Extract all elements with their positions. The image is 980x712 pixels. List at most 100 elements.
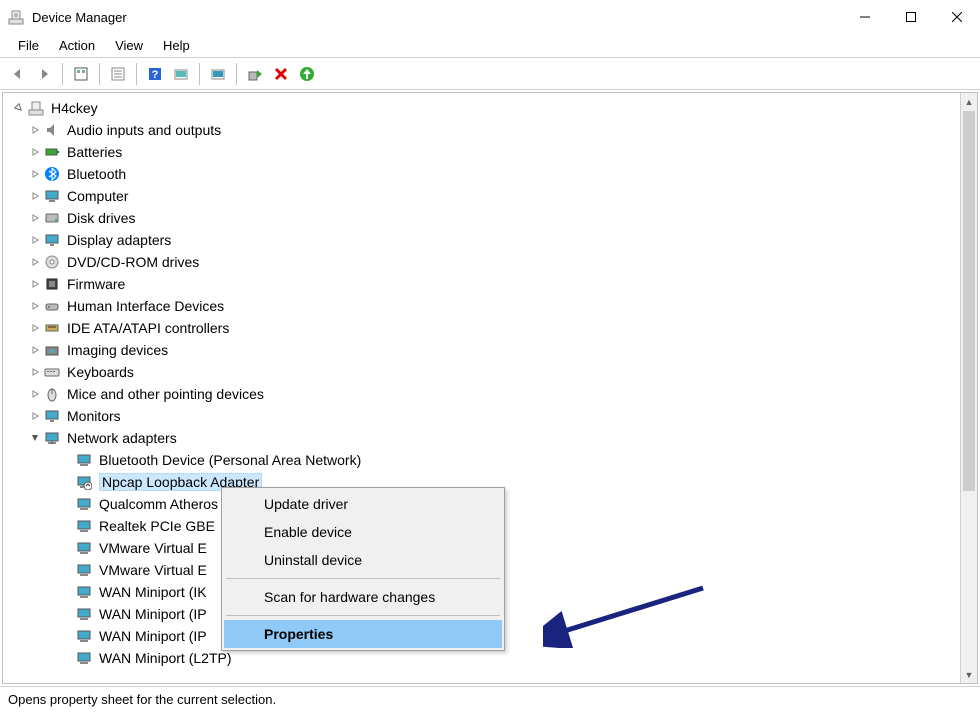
expander-icon[interactable] — [27, 323, 43, 333]
expander-icon[interactable] — [27, 147, 43, 157]
tree-category[interactable]: Keyboards — [3, 361, 960, 383]
network-adapter-icon — [75, 627, 93, 645]
tree-category[interactable]: Monitors — [3, 405, 960, 427]
ctx-enable-device[interactable]: Enable device — [224, 518, 502, 546]
tree-device-label: WAN Miniport (IK — [99, 584, 207, 600]
ctx-uninstall-device[interactable]: Uninstall device — [224, 546, 502, 574]
expander-icon[interactable] — [11, 103, 27, 113]
tree-device-label: VMware Virtual E — [99, 562, 207, 578]
menu-file[interactable]: File — [8, 36, 49, 55]
tree-category[interactable]: Network adapters — [3, 427, 960, 449]
expander-icon[interactable] — [27, 279, 43, 289]
network-adapter-icon — [75, 451, 93, 469]
tree-category[interactable]: Display adapters — [3, 229, 960, 251]
tree-root[interactable]: H4ckey — [3, 97, 960, 119]
window-controls — [842, 1, 980, 33]
toolbar-separator — [199, 63, 200, 85]
network-adapter-icon — [75, 561, 93, 579]
tree-category[interactable]: Firmware — [3, 273, 960, 295]
network-adapter-icon — [75, 583, 93, 601]
network-adapter-icon — [75, 539, 93, 557]
tree-category[interactable]: Audio inputs and outputs — [3, 119, 960, 141]
ctx-update-driver[interactable]: Update driver — [224, 490, 502, 518]
expander-icon[interactable] — [27, 235, 43, 245]
maximize-button[interactable] — [888, 1, 934, 33]
tree-category-label: Bluetooth — [67, 166, 126, 182]
expander-icon[interactable] — [27, 191, 43, 201]
expander-icon[interactable] — [27, 367, 43, 377]
expander-icon[interactable] — [27, 301, 43, 311]
scroll-down-icon[interactable]: ▼ — [961, 666, 977, 683]
tree-category[interactable]: Mice and other pointing devices — [3, 383, 960, 405]
mouse-icon — [43, 385, 61, 403]
expander-icon[interactable] — [27, 389, 43, 399]
scan-hardware-button[interactable] — [169, 62, 193, 86]
bluetooth-icon — [43, 165, 61, 183]
tree-category-label: Computer — [67, 188, 128, 204]
show-hidden-button[interactable] — [69, 62, 93, 86]
add-hardware-button[interactable] — [295, 62, 319, 86]
ide-icon — [43, 319, 61, 337]
tree-category[interactable]: Disk drives — [3, 207, 960, 229]
toolbar-separator — [62, 63, 63, 85]
tree-category[interactable]: Human Interface Devices — [3, 295, 960, 317]
enable-device-button[interactable] — [243, 62, 267, 86]
device-tree[interactable]: H4ckey Audio inputs and outputs Batteries… — [3, 93, 960, 683]
firmware-icon — [43, 275, 61, 293]
menu-help[interactable]: Help — [153, 36, 200, 55]
expander-icon[interactable] — [27, 433, 43, 443]
expander-icon[interactable] — [27, 125, 43, 135]
expander-icon[interactable] — [27, 411, 43, 421]
forward-button[interactable] — [32, 62, 56, 86]
tree-category[interactable]: Batteries — [3, 141, 960, 163]
expander-icon[interactable] — [27, 345, 43, 355]
expander-icon[interactable] — [27, 169, 43, 179]
tree-device-label: WAN Miniport (IP — [99, 628, 207, 644]
tree-device-label: VMware Virtual E — [99, 540, 207, 556]
tree-category[interactable]: Computer — [3, 185, 960, 207]
tree-category-label: Network adapters — [67, 430, 177, 446]
minimize-button[interactable] — [842, 1, 888, 33]
ctx-properties[interactable]: Properties — [224, 620, 502, 648]
dvd-icon — [43, 253, 61, 271]
tree-root-label: H4ckey — [51, 100, 98, 116]
hid-icon — [43, 297, 61, 315]
scrollbar[interactable]: ▲ ▼ — [960, 93, 977, 683]
tree-category[interactable]: IDE ATA/ATAPI controllers — [3, 317, 960, 339]
tree-category[interactable]: DVD/CD-ROM drives — [3, 251, 960, 273]
tree-category[interactable]: Bluetooth — [3, 163, 960, 185]
tree-category-label: DVD/CD-ROM drives — [67, 254, 199, 270]
expander-icon[interactable] — [27, 213, 43, 223]
titlebar: Device Manager — [0, 0, 980, 34]
menu-action[interactable]: Action — [49, 36, 105, 55]
svg-text:?: ? — [152, 69, 159, 81]
close-button[interactable] — [934, 1, 980, 33]
toolbar: ? — [0, 58, 980, 90]
scrollbar-thumb[interactable] — [963, 111, 975, 491]
ctx-separator — [226, 615, 500, 616]
tree-device-label: WAN Miniport (IP — [99, 606, 207, 622]
context-menu: Update driver Enable device Uninstall de… — [221, 487, 505, 651]
tree-category-label: Mice and other pointing devices — [67, 386, 264, 402]
update-driver-button[interactable] — [206, 62, 230, 86]
uninstall-button[interactable] — [269, 62, 293, 86]
computer-icon — [27, 99, 45, 117]
expander-icon[interactable] — [27, 257, 43, 267]
tree-device-label: WAN Miniport (L2TP) — [99, 650, 232, 666]
network-adapter-icon — [75, 495, 93, 513]
ctx-scan-hardware[interactable]: Scan for hardware changes — [224, 583, 502, 611]
menu-view[interactable]: View — [105, 36, 153, 55]
display-icon — [43, 231, 61, 249]
tree-category-label: Firmware — [67, 276, 125, 292]
tree-category[interactable]: Imaging devices — [3, 339, 960, 361]
scroll-up-icon[interactable]: ▲ — [961, 93, 977, 110]
tree-category-label: Monitors — [67, 408, 121, 424]
tree-category-label: Audio inputs and outputs — [67, 122, 221, 138]
properties-button[interactable] — [106, 62, 130, 86]
tree-device[interactable]: Bluetooth Device (Personal Area Network) — [3, 449, 960, 471]
tree-category-label: Disk drives — [67, 210, 135, 226]
menubar: File Action View Help — [0, 34, 980, 58]
back-button[interactable] — [6, 62, 30, 86]
disk-icon — [43, 209, 61, 227]
help-button[interactable]: ? — [143, 62, 167, 86]
